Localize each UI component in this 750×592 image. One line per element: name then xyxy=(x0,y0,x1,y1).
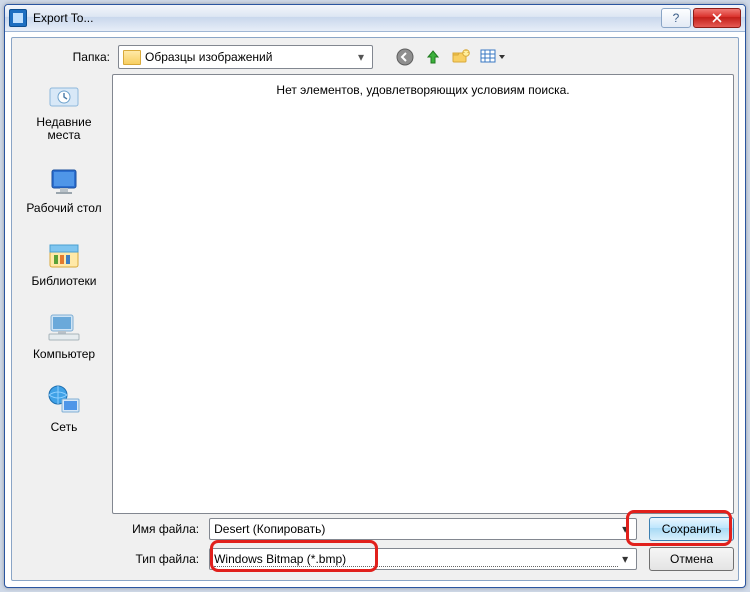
folder-value: Образцы изображений xyxy=(145,50,354,64)
libraries-icon xyxy=(44,237,84,273)
sidebar-item-label: Библиотеки xyxy=(16,275,112,288)
client-area: Папка: Образцы изображений ▾ xyxy=(11,37,739,581)
filetype-combo[interactable]: Windows Bitmap (*.bmp) ▾ xyxy=(209,548,637,570)
body: Недавние места Рабочий стол xyxy=(16,74,734,514)
sidebar-item-network[interactable]: Сеть xyxy=(16,383,112,434)
window-controls: ? xyxy=(659,8,741,28)
filename-value: Desert (Копировать) xyxy=(214,522,618,536)
chevron-down-icon: ▾ xyxy=(618,522,632,536)
sidebar-item-label: Компьютер xyxy=(16,348,112,361)
file-list[interactable]: Нет элементов, удовлетворяющих условиям … xyxy=(112,74,734,514)
footer: Имя файла: Desert (Копировать) ▾ Сохрани… xyxy=(16,516,734,574)
back-button[interactable] xyxy=(395,47,415,67)
titlebar[interactable]: Export To... ? xyxy=(5,5,745,32)
close-icon xyxy=(712,13,722,23)
sidebar-item-computer[interactable]: Компьютер xyxy=(16,310,112,361)
filetype-value: Windows Bitmap (*.bmp) xyxy=(214,552,618,567)
view-menu-button[interactable] xyxy=(479,47,507,67)
save-button-label: Сохранить xyxy=(662,522,722,536)
cancel-button[interactable]: Отмена xyxy=(649,547,734,571)
computer-icon xyxy=(44,310,84,346)
view-icon xyxy=(480,49,506,65)
desktop-icon xyxy=(44,164,84,200)
toolbar-buttons xyxy=(395,47,507,67)
recent-places-icon xyxy=(44,78,84,114)
chevron-down-icon: ▾ xyxy=(618,552,632,566)
help-button[interactable]: ? xyxy=(661,8,691,28)
up-button[interactable] xyxy=(423,47,443,67)
chevron-down-icon: ▾ xyxy=(354,50,368,64)
sidebar-item-desktop[interactable]: Рабочий стол xyxy=(16,164,112,215)
empty-message: Нет элементов, удовлетворяющих условиям … xyxy=(276,83,569,97)
close-button[interactable] xyxy=(693,8,741,28)
back-icon xyxy=(396,48,414,66)
sidebar-item-label: Рабочий стол xyxy=(16,202,112,215)
sidebar-item-label: места xyxy=(16,129,112,142)
sidebar-item-recent[interactable]: Недавние места xyxy=(16,78,112,142)
dialog-window: Export To... ? Папка: Образцы изображени… xyxy=(4,4,746,588)
folder-combo[interactable]: Образцы изображений ▾ xyxy=(118,45,373,69)
filename-label: Имя файла: xyxy=(16,522,209,536)
save-button[interactable]: Сохранить xyxy=(649,517,734,541)
filename-input[interactable]: Desert (Копировать) ▾ xyxy=(209,518,637,540)
window-title: Export To... xyxy=(33,11,93,25)
folder-row: Папка: Образцы изображений ▾ xyxy=(12,38,738,72)
network-icon xyxy=(44,383,84,419)
places-sidebar: Недавние места Рабочий стол xyxy=(16,74,112,514)
new-folder-icon xyxy=(452,49,470,65)
filetype-label: Тип файла: xyxy=(16,552,209,566)
folder-icon xyxy=(123,50,141,65)
app-icon xyxy=(9,9,27,27)
up-icon xyxy=(425,49,441,65)
folder-label: Папка: xyxy=(20,50,118,64)
sidebar-item-label: Сеть xyxy=(16,421,112,434)
new-folder-button[interactable] xyxy=(451,47,471,67)
cancel-button-label: Отмена xyxy=(670,552,713,566)
sidebar-item-libraries[interactable]: Библиотеки xyxy=(16,237,112,288)
